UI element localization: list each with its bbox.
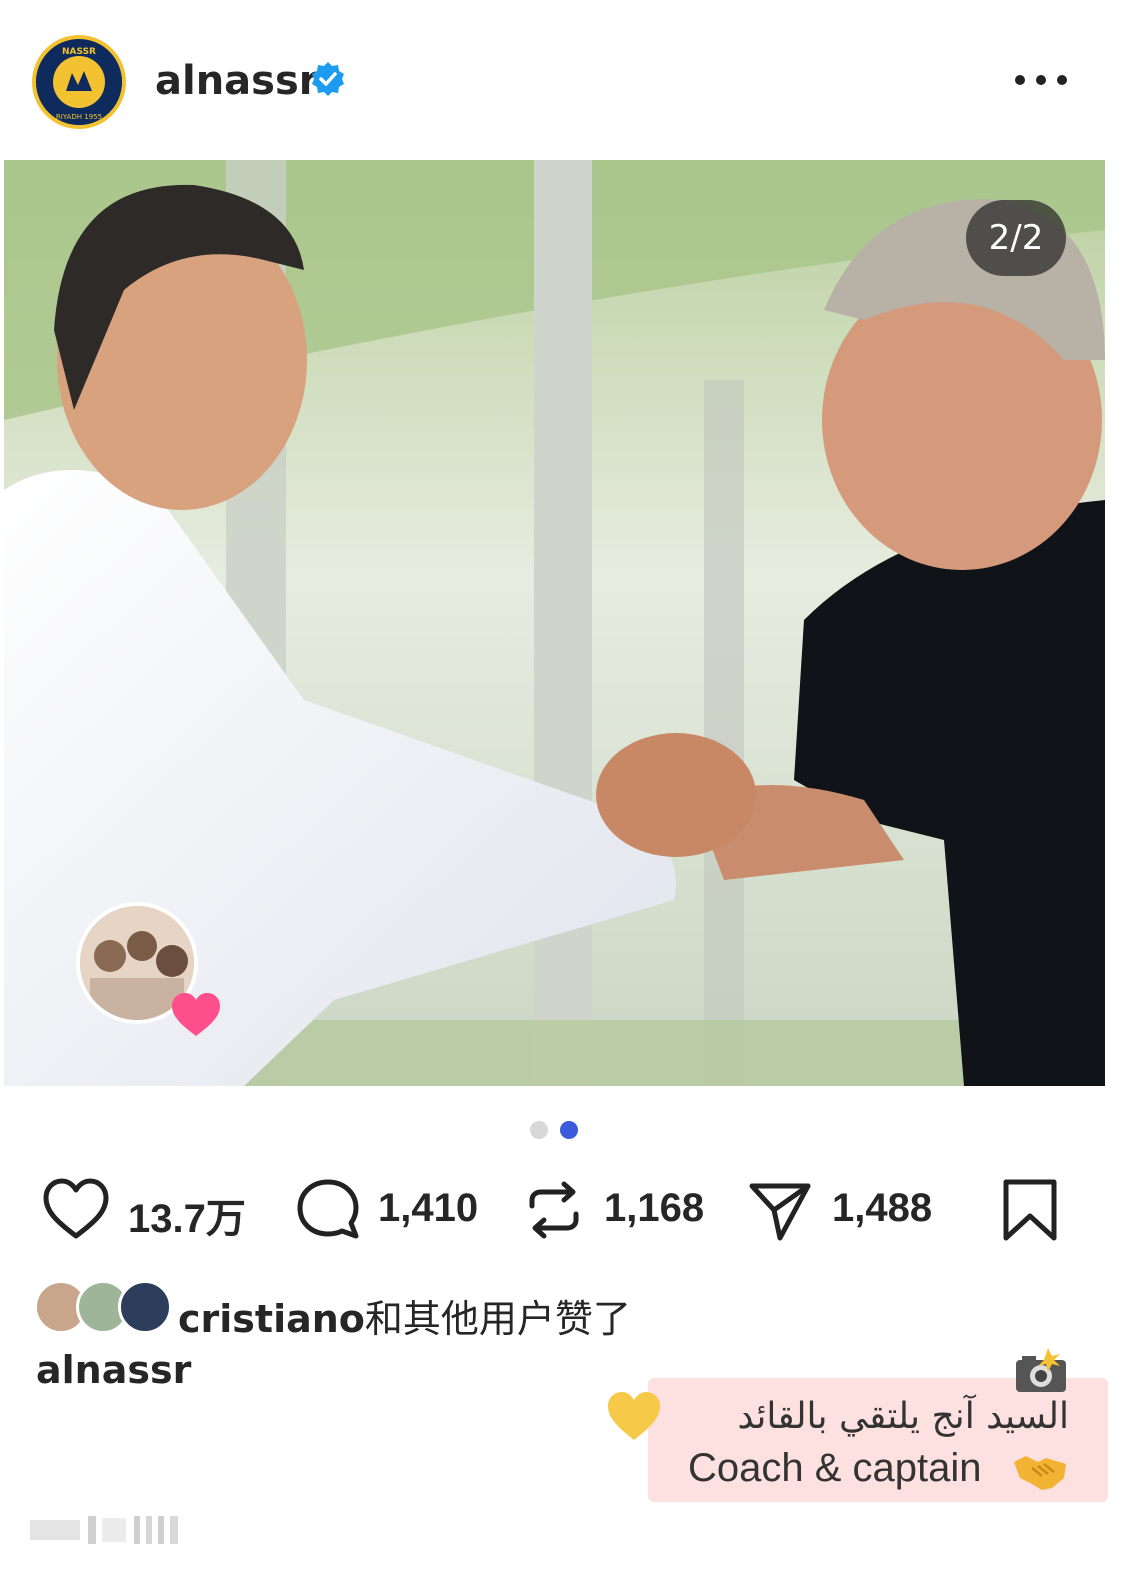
carousel-indicator — [530, 1121, 578, 1139]
profile-avatar[interactable]: NASSR RIYADH 1955 — [32, 35, 126, 129]
yellow-heart-icon — [608, 1392, 660, 1440]
liked-by-suffix: 和其他用户赞了 — [364, 1297, 631, 1341]
logo-text-top: NASSR — [62, 47, 96, 57]
carousel-dot-2[interactable] — [560, 1121, 578, 1139]
camera-flash-icon — [1016, 1348, 1066, 1392]
username[interactable]: alnassr — [155, 58, 319, 104]
like-count[interactable]: 13.7万 — [128, 1186, 246, 1244]
comment-count[interactable]: 1,410 — [378, 1186, 478, 1231]
action-bar: 13.7万 1,410 1,168 1,488 — [0, 1170, 1125, 1250]
club-logo-icon: NASSR RIYADH 1955 — [36, 39, 122, 125]
caption-arabic: السيد آنج يلتقي بالقائد — [737, 1396, 1069, 1437]
repost-icon[interactable] — [520, 1176, 588, 1244]
logo-text-bottom: RIYADH 1955 — [56, 113, 102, 121]
liked-by-user[interactable]: cristiano — [178, 1297, 365, 1341]
verified-badge-icon — [312, 62, 344, 96]
heart-reaction-icon — [172, 993, 220, 1036]
repost-count[interactable]: 1,168 — [604, 1186, 704, 1231]
carousel-dot-1[interactable] — [530, 1121, 548, 1139]
watermark — [30, 1516, 178, 1544]
post-header: NASSR RIYADH 1955 alnassr — [0, 0, 1125, 160]
bookmark-icon[interactable] — [996, 1176, 1064, 1244]
share-send-icon[interactable] — [746, 1176, 814, 1244]
more-options-icon[interactable] — [1015, 60, 1067, 100]
handshake-icon — [1014, 1456, 1066, 1490]
post-image[interactable]: 2/2 — [4, 160, 1105, 1086]
liked-by-avatars — [34, 1280, 174, 1336]
avatar — [118, 1280, 172, 1334]
caption-english: Coach & captain — [688, 1446, 982, 1490]
like-heart-icon[interactable] — [42, 1176, 110, 1244]
liked-by-text: cristiano和其他用户赞了 — [178, 1288, 631, 1343]
comment-icon[interactable] — [294, 1176, 362, 1244]
image-counter: 2/2 — [966, 200, 1066, 276]
share-count[interactable]: 1,488 — [832, 1186, 932, 1231]
caption-username[interactable]: alnassr — [36, 1348, 191, 1392]
